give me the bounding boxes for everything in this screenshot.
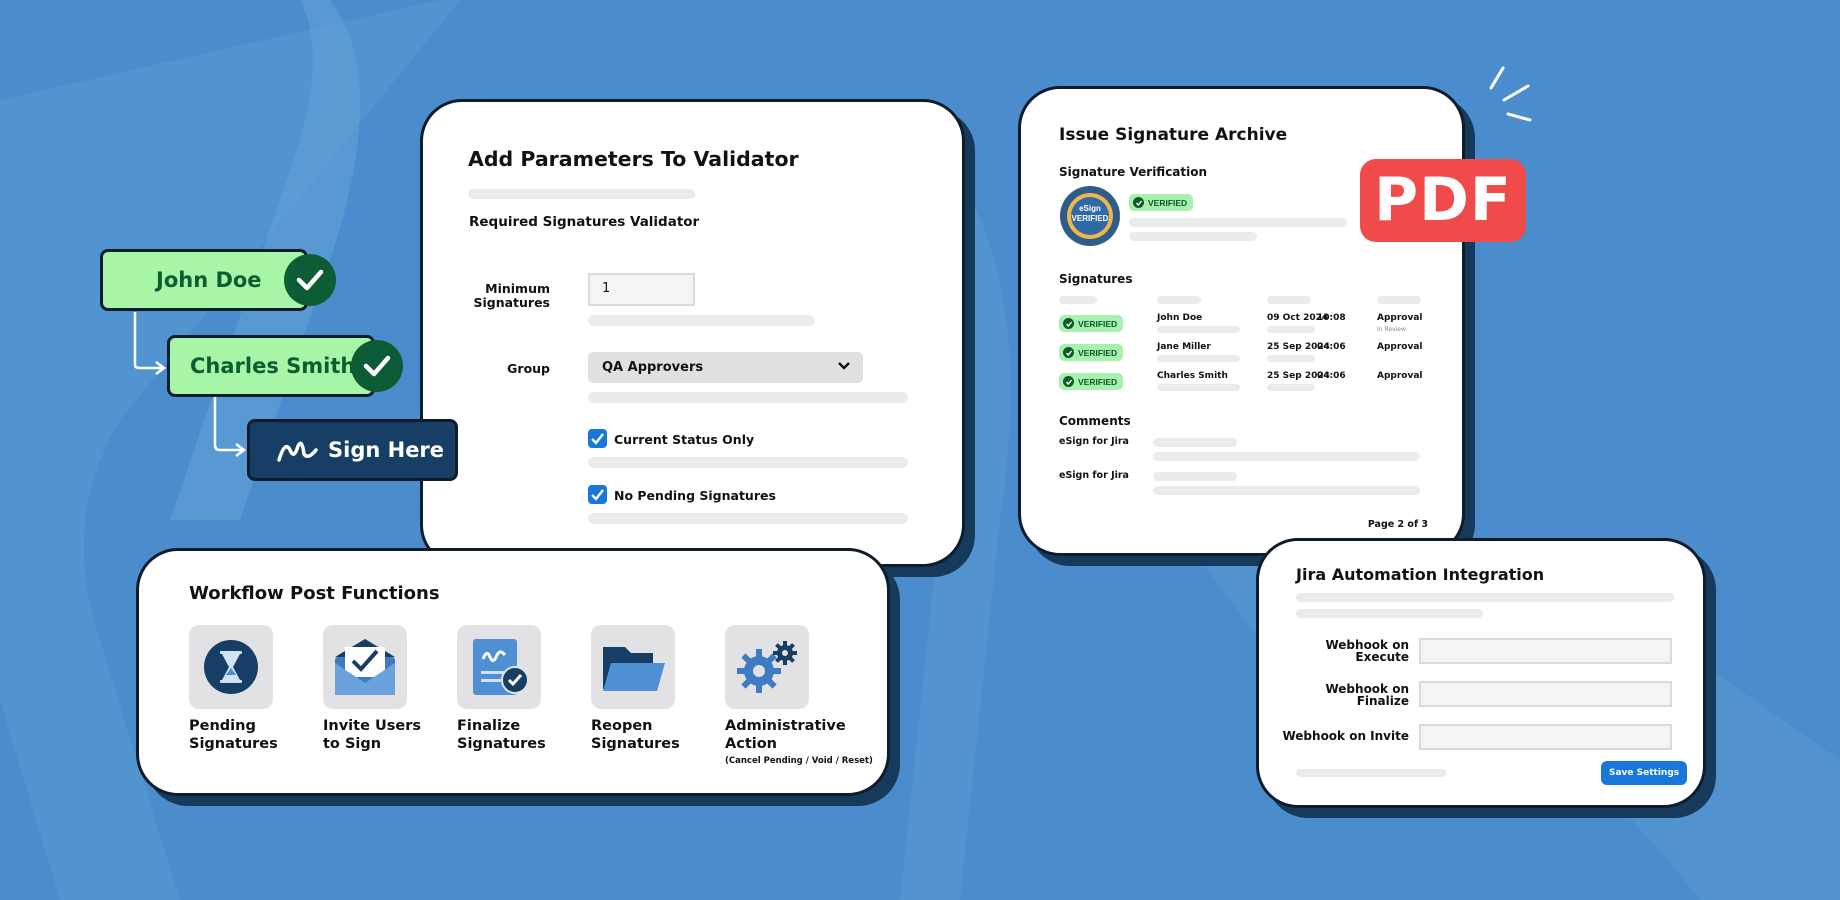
placeholder-line	[1157, 326, 1240, 333]
reopen-signatures-label: Reopen Signatures	[591, 718, 680, 752]
webhook-execute-input[interactable]	[1419, 638, 1672, 664]
verification-status-badge: VERIFIED	[1129, 194, 1194, 211]
sign-here-button[interactable]: Sign Here	[247, 419, 458, 481]
save-settings-button[interactable]: Save Settings	[1601, 761, 1688, 785]
signer-chip-john-doe: John Doe	[100, 249, 308, 311]
webhook-execute-label: Webhook on Execute	[1325, 638, 1409, 664]
checkmark-icon	[591, 433, 604, 445]
min-signatures-label: Minimum Signatures	[473, 281, 550, 310]
placeholder-line	[1267, 355, 1315, 362]
signed-document-icon	[473, 639, 529, 695]
sign-time: 04:06	[1317, 371, 1346, 381]
workflow-title: Workflow Post Functions	[189, 583, 440, 604]
placeholder-line	[1296, 609, 1483, 618]
invite-users-label: Invite Users to Sign	[323, 718, 421, 752]
placeholder-line	[1267, 326, 1315, 333]
validator-title: Add Parameters To Validator	[468, 147, 799, 171]
validator-subtitle: Required Signatures Validator	[469, 214, 700, 230]
column-header-placeholder	[1267, 296, 1311, 304]
webhook-invite-input[interactable]	[1419, 724, 1672, 750]
column-header-placeholder	[1059, 296, 1097, 304]
webhook-finalize-label: Webhook on Finalize	[1325, 682, 1409, 708]
no-pending-label: No Pending Signatures	[614, 488, 776, 503]
group-label: Group	[507, 361, 550, 376]
sign-type: Approval	[1377, 371, 1423, 381]
no-pending-checkbox[interactable]	[588, 485, 607, 504]
comment-author: eSign for Jira	[1059, 470, 1129, 481]
min-signatures-input[interactable]: 1	[588, 273, 695, 306]
gears-icon	[737, 641, 797, 693]
check-circle-icon	[284, 254, 336, 306]
row-status-badge: VERIFIED	[1059, 373, 1124, 390]
finalize-signatures-label: Finalize Signatures	[457, 718, 546, 752]
signer-name: Charles Smith	[1157, 371, 1228, 381]
folder-icon	[603, 647, 665, 691]
column-header-placeholder	[1377, 296, 1421, 304]
sign-type: Approval	[1377, 313, 1423, 323]
administrative-action-note: (Cancel Pending / Void / Reset)	[725, 756, 873, 766]
signer-name: John Doe	[1157, 313, 1203, 323]
placeholder-line	[1267, 384, 1315, 391]
sign-type: Approval	[1377, 342, 1423, 352]
webhook-invite-label: Webhook on Invite	[1282, 729, 1409, 743]
current-status-checkbox[interactable]	[588, 429, 607, 448]
column-header-placeholder	[1157, 296, 1201, 304]
comment-author: eSign for Jira	[1059, 436, 1129, 447]
validator-card: Add Parameters To Validator Required Sig…	[420, 99, 965, 567]
finalize-signatures-tile[interactable]	[457, 625, 541, 709]
signature-icon	[277, 441, 318, 462]
archive-title: Issue Signature Archive	[1059, 125, 1288, 145]
placeholder-line	[588, 392, 908, 403]
placeholder-line	[1157, 384, 1240, 391]
placeholder-line	[588, 513, 908, 524]
signatures-heading: Signatures	[1059, 272, 1133, 286]
signature-archive-card: Issue Signature Archive Signature Verifi…	[1018, 86, 1465, 556]
comments-heading: Comments	[1059, 414, 1131, 428]
placeholder-line	[1129, 218, 1347, 227]
jira-automation-card: Jira Automation Integration Webhook on Ex…	[1256, 538, 1706, 808]
row-status-badge: VERIFIED	[1059, 344, 1124, 361]
burst-lines-icon	[1489, 66, 1532, 122]
administrative-action-tile[interactable]	[725, 625, 809, 709]
placeholder-line	[468, 189, 695, 199]
placeholder-line	[1157, 355, 1240, 362]
envelope-icon	[335, 639, 395, 695]
current-status-label: Current Status Only	[614, 432, 755, 447]
seal-text: eSign VERIFIED	[1071, 204, 1109, 223]
signer-name: Jane Miller	[1157, 342, 1211, 352]
page-indicator: Page 2 of 3	[1367, 519, 1428, 530]
placeholder-line	[588, 457, 908, 468]
sign-time: 04:06	[1317, 342, 1346, 352]
chevron-down-icon	[838, 362, 850, 370]
reopen-signatures-tile[interactable]	[591, 625, 675, 709]
signature-verification-heading: Signature Verification	[1059, 165, 1208, 179]
webhook-finalize-input[interactable]	[1419, 681, 1672, 707]
invite-users-tile[interactable]	[323, 625, 407, 709]
hourglass-icon	[204, 640, 258, 694]
placeholder-line	[1153, 486, 1420, 495]
jira-title: Jira Automation Integration	[1296, 565, 1545, 584]
group-select[interactable]: QA Approvers	[588, 352, 863, 383]
placeholder-line	[1153, 472, 1237, 481]
row-status-badge: VERIFIED	[1059, 315, 1124, 332]
placeholder-line	[1296, 769, 1446, 777]
sign-time: 10:08	[1317, 313, 1346, 323]
workflow-post-functions-card: Workflow Post Functions Pending Signature…	[136, 548, 890, 796]
pending-signatures-tile[interactable]	[189, 625, 273, 709]
placeholder-line	[1296, 593, 1674, 602]
placeholder-line	[588, 315, 815, 326]
placeholder-line	[1153, 452, 1420, 461]
checkmark-icon	[591, 489, 604, 501]
sign-substatus: In Review	[1377, 326, 1406, 333]
pdf-badge: PDF	[1360, 159, 1526, 242]
check-circle-icon	[351, 340, 403, 392]
pending-signatures-label: Pending Signatures	[189, 718, 278, 752]
placeholder-line	[1129, 232, 1257, 241]
placeholder-line	[1153, 438, 1237, 447]
signer-chip-charles-smith: Charles Smith	[167, 335, 375, 397]
administrative-action-label: Administrative Action	[725, 718, 846, 752]
